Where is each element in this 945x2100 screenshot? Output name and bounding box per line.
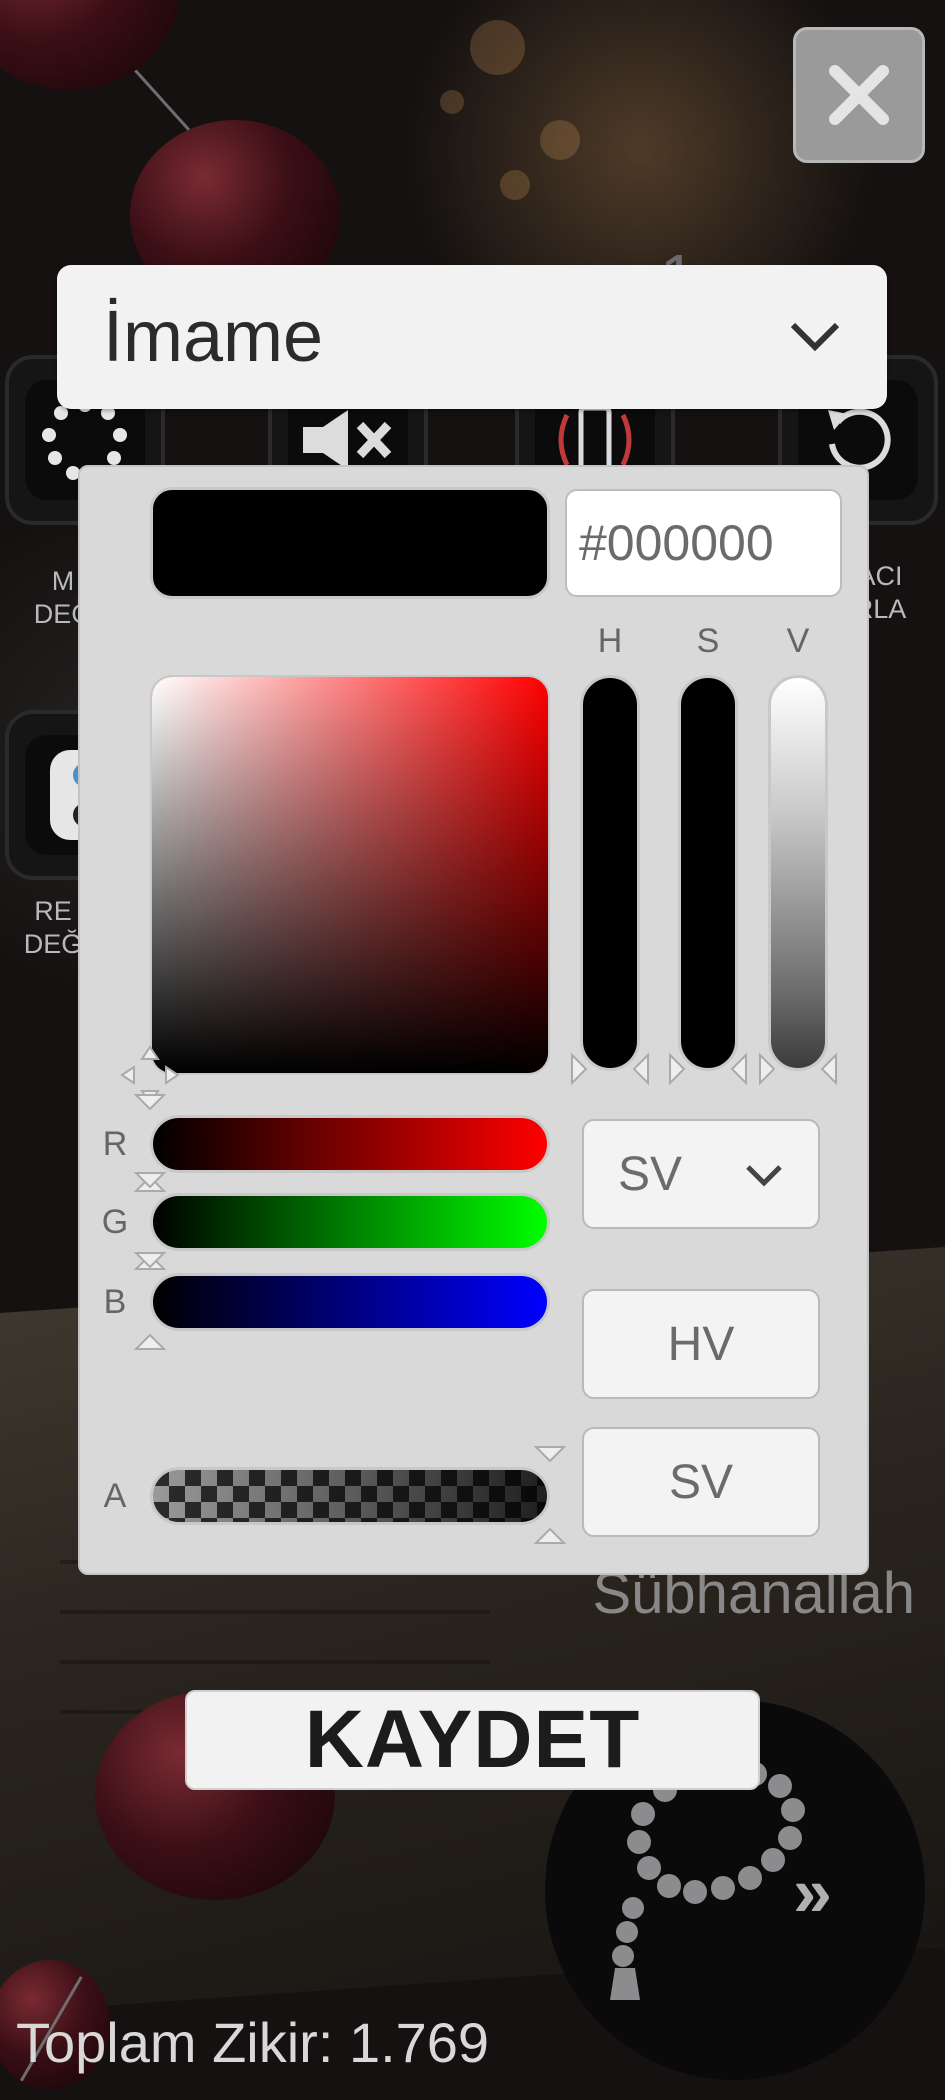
save-button[interactable]: KAYDET	[185, 1690, 760, 1790]
red-label: R	[102, 1125, 128, 1163]
chevron-down-icon	[746, 1165, 782, 1187]
value-slider[interactable]	[768, 675, 828, 1071]
sv-button[interactable]: SV	[582, 1427, 820, 1537]
chevron-down-icon	[790, 322, 840, 352]
color-picker: #000000 H S V R G B A SV HV SV	[78, 465, 869, 1575]
saturation-value-area[interactable]	[150, 675, 550, 1075]
saturation-slider-handle[interactable]	[668, 1051, 748, 1087]
green-label: G	[101, 1203, 129, 1241]
dropdown-selected: İmame	[103, 297, 324, 377]
red-slider[interactable]	[150, 1115, 550, 1173]
forward-arrows: »	[793, 1853, 832, 1931]
current-color-swatch	[150, 487, 550, 599]
value-label: V	[786, 622, 810, 660]
hue-slider-handle[interactable]	[570, 1051, 650, 1087]
mode-select[interactable]: SV	[582, 1119, 820, 1229]
alpha-slider[interactable]	[150, 1467, 550, 1525]
blue-label: B	[103, 1283, 127, 1321]
value-slider-handle[interactable]	[758, 1051, 838, 1087]
close-button[interactable]	[793, 27, 925, 163]
blue-slider-handle[interactable]	[132, 1251, 168, 1351]
hue-label: H	[597, 622, 623, 660]
total-dhikr: Toplam Zikir: 1.769	[16, 2011, 490, 2074]
hex-input[interactable]: #000000	[565, 489, 842, 597]
alpha-slider-handle[interactable]	[532, 1445, 568, 1545]
alpha-label: A	[103, 1477, 127, 1515]
mode-select-value: SV	[618, 1147, 683, 1201]
bead-part-dropdown[interactable]: İmame	[57, 265, 887, 409]
green-slider[interactable]	[150, 1193, 550, 1251]
blue-slider[interactable]	[150, 1273, 550, 1331]
close-icon	[829, 65, 889, 125]
hue-slider[interactable]	[580, 675, 640, 1071]
saturation-label: S	[696, 622, 720, 660]
hv-button[interactable]: HV	[582, 1289, 820, 1399]
saturation-slider[interactable]	[678, 675, 738, 1071]
